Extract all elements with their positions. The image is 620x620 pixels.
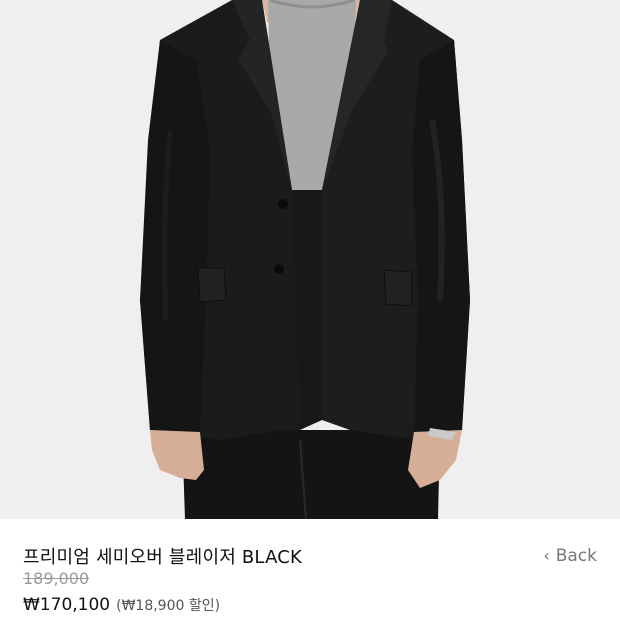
sale-price: ₩170,100	[23, 595, 111, 615]
chevron-left-icon: ‹	[543, 546, 550, 565]
product-info-panel: 프리미엄 세미오버 블레이저 BLACK 189,000 ₩170,100 (₩…	[0, 519, 620, 620]
discount-amount: (₩18,900 할인)	[116, 598, 221, 614]
back-button[interactable]: ‹ Back	[543, 546, 597, 566]
product-title: 프리미엄 세미오버 블레이저 BLACK	[23, 547, 303, 568]
back-label: Back	[555, 546, 597, 566]
product-image	[0, 0, 620, 519]
price-row: ₩170,100 (₩18,900 할인)	[23, 595, 220, 615]
original-price: 189,000	[23, 569, 90, 588]
